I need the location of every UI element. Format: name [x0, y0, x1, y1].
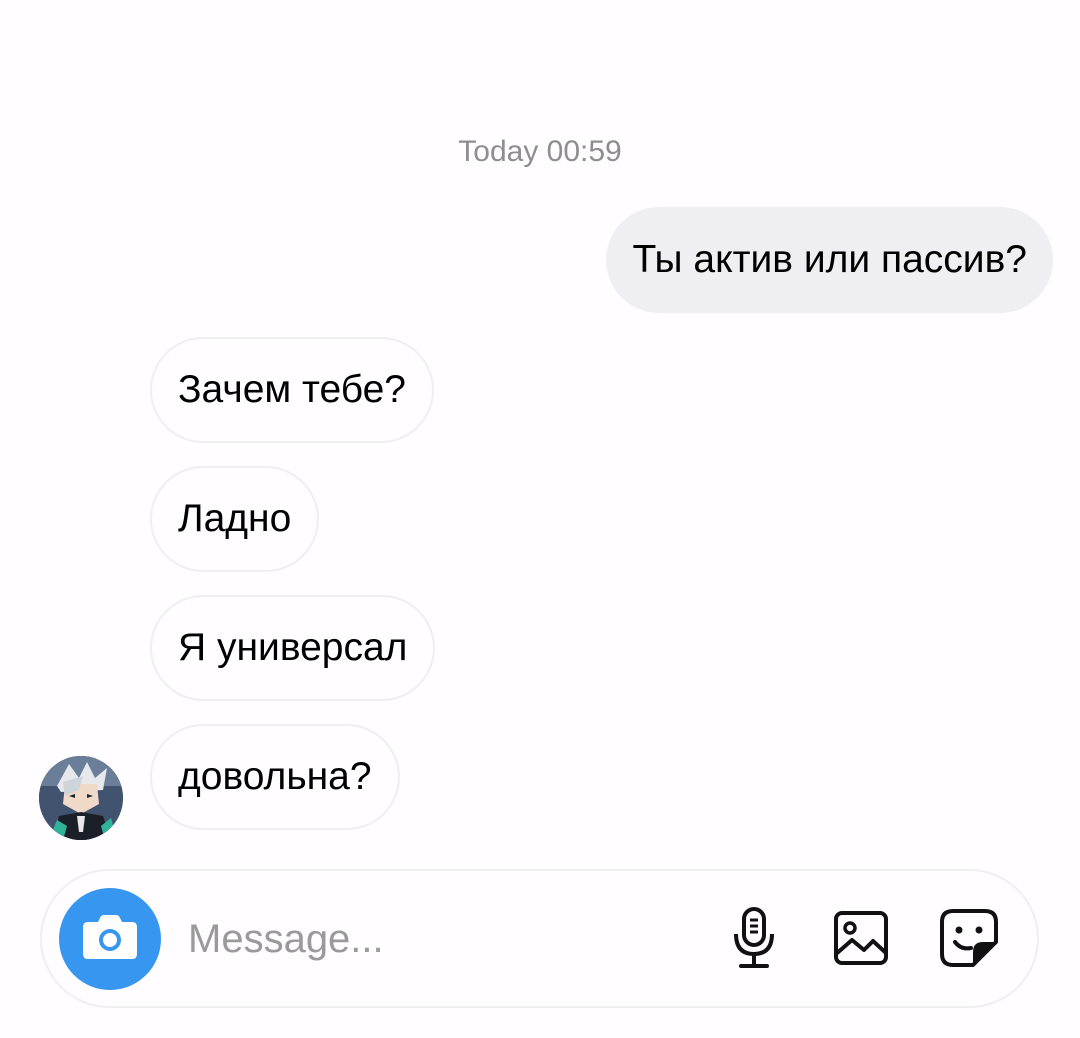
- sender-avatar[interactable]: [39, 756, 123, 840]
- message-composer: [40, 869, 1039, 1008]
- camera-icon: [82, 914, 138, 965]
- message-bubble-incoming[interactable]: довольна?: [150, 724, 400, 830]
- message-input[interactable]: [188, 909, 688, 969]
- gallery-button[interactable]: [826, 905, 896, 975]
- message-bubble-incoming[interactable]: Ладно: [150, 466, 320, 572]
- sticker-icon: [939, 908, 999, 973]
- thread-timestamp: Today 00:59: [458, 135, 622, 168]
- sticker-button[interactable]: [934, 905, 1004, 975]
- message-bubble-incoming[interactable]: Зачем тебе?: [150, 337, 435, 443]
- microphone-button[interactable]: [719, 905, 789, 975]
- gallery-icon: [833, 910, 889, 971]
- microphone-icon: [729, 906, 779, 975]
- message-bubble-outgoing[interactable]: Ты актив или пассив?: [606, 207, 1053, 313]
- message-bubble-incoming[interactable]: Я универсал: [150, 595, 436, 701]
- camera-button[interactable]: [59, 888, 161, 990]
